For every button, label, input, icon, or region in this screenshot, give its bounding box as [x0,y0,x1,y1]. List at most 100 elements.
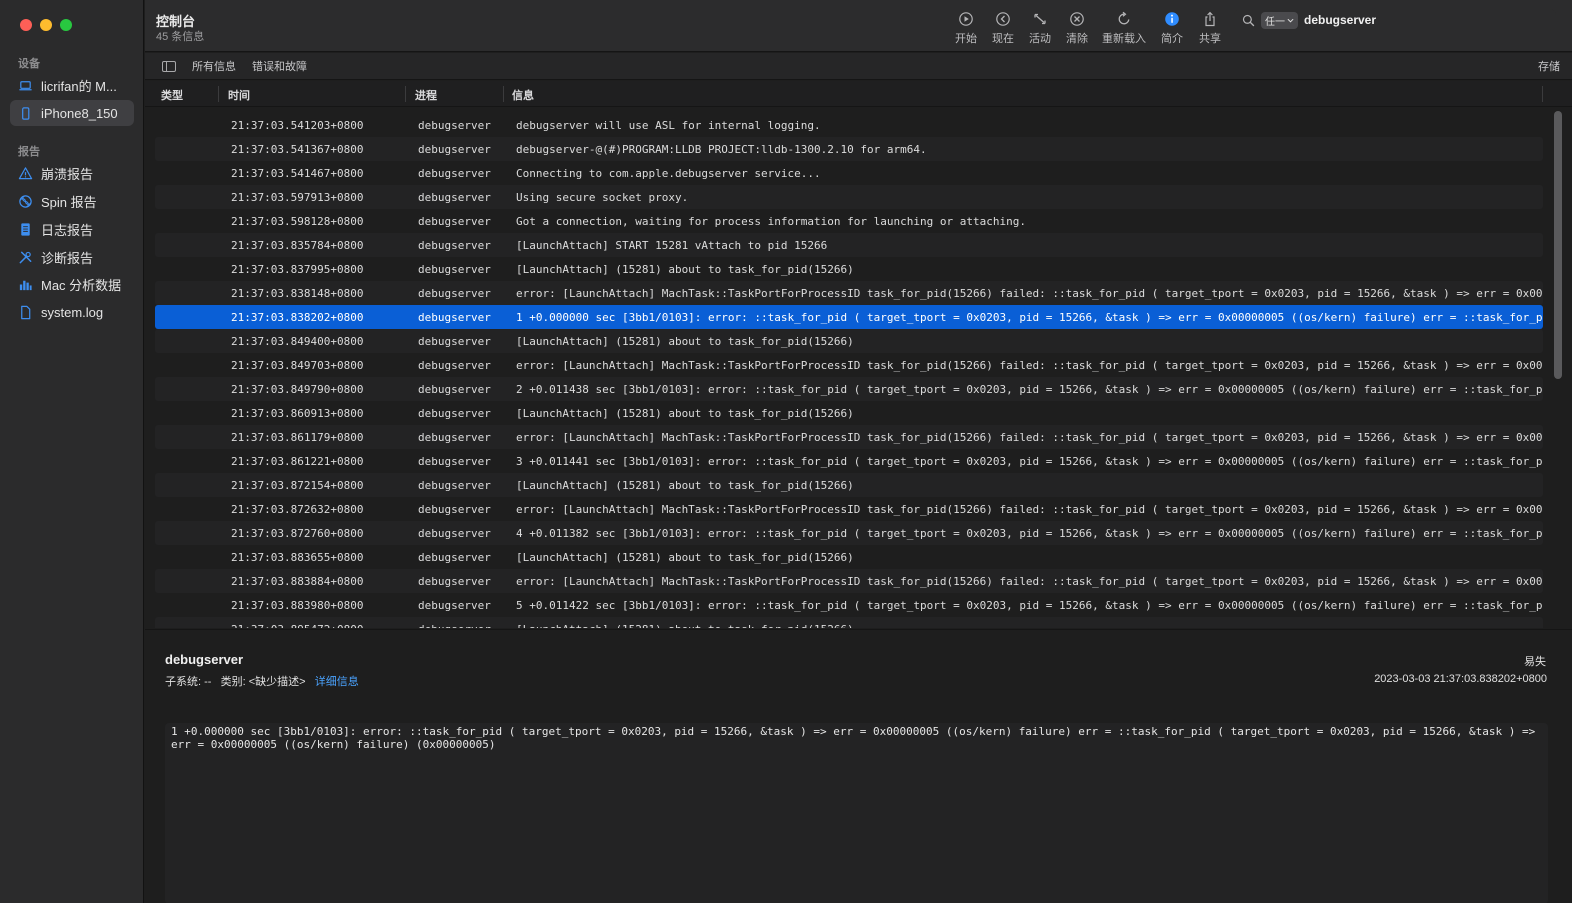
details-link[interactable]: 详细信息 [315,676,359,688]
search-scope-dropdown[interactable]: 任一 [1261,11,1298,29]
column-message[interactable]: 信息 [512,87,534,103]
detail-message: 1 +0.000000 sec [3bb1/0103]: error: ::ta… [165,723,1548,903]
tab-errors-faults[interactable]: 错误和故障 [252,58,307,74]
now-button[interactable]: 现在 [992,11,1014,46]
log-row[interactable]: 21:37:03.883655+0800 debugserver [LaunchAt… [155,545,1543,569]
sidebar: 设备 licrifan的 M... iPhone8_150 报告 崩溃报告 Sp… [0,0,144,903]
sidebar-item-spin-reports[interactable]: Spin 报告 [10,188,134,214]
reload-button[interactable]: 重新载入 [1102,11,1146,46]
log-process: debugserver [418,166,491,180]
sidebar-item-label: 日志报告 [41,222,94,238]
minimize-window-button[interactable] [40,19,52,31]
log-message: 1 +0.000000 sec [3bb1/0103]: error: ::ta… [516,310,1543,324]
document-icon [18,305,33,320]
log-time: 21:37:03.872154+0800 [231,478,364,492]
subsystem-label: 子系统: [165,676,202,688]
info-label: 简介 [1161,33,1183,45]
sidebar-item-label: 诊断报告 [41,250,94,266]
log-process: debugserver [418,598,491,612]
log-process: debugserver [418,430,491,444]
detail-process: debugserver [165,652,244,667]
log-row[interactable]: 21:37:03.838148+0800 debugserver error: [L… [155,281,1543,305]
log-time: 21:37:03.883980+0800 [231,598,364,612]
sidebar-item-label: Spin 报告 [41,194,97,210]
log-time: 21:37:03.541203+0800 [231,118,364,132]
log-process: debugserver [418,574,491,588]
log-table[interactable]: 21:37:03.541203+0800 debugserver debugserv… [155,113,1543,628]
log-message: 4 +0.011382 sec [3bb1/0103]: error: ::ta… [516,526,1543,540]
detail-meta: 子系统: -- 类别: <缺少描述> 详细信息 [165,673,359,689]
search-field[interactable]: 任一 debugserver [1234,9,1556,31]
log-row[interactable]: 21:37:03.837995+0800 debugserver [LaunchAt… [155,257,1543,281]
sidebar-item-mac-analytics[interactable]: Mac 分析数据 [10,271,134,297]
category-label: 类别: [220,676,246,688]
window-controls [20,19,72,31]
sidebar-item-label: 崩溃报告 [41,166,94,182]
vertical-scrollbar[interactable] [1554,111,1562,379]
log-row[interactable]: 21:37:03.541203+0800 debugserver debugserv… [155,113,1543,137]
log-message: debugserver will use ASL for internal lo… [516,118,821,132]
sidebar-item-iphone[interactable]: iPhone8_150 [10,100,134,126]
close-window-button[interactable] [20,19,32,31]
log-process: debugserver [418,238,491,252]
log-row[interactable]: 21:37:03.861179+0800 debugserver error: [L… [155,425,1543,449]
tools-icon [18,250,33,265]
log-file-icon [18,222,33,237]
sidebar-item-diagnostic-reports[interactable]: 诊断报告 [10,244,134,270]
zoom-window-button[interactable] [60,19,72,31]
log-row[interactable]: 21:37:03.883884+0800 debugserver error: [L… [155,569,1543,593]
log-time: 21:37:03.541367+0800 [231,142,364,156]
log-message: 2 +0.011438 sec [3bb1/0103]: error: ::ta… [516,382,1543,396]
save-search-button[interactable]: 存储 [1538,58,1560,74]
log-process: debugserver [418,623,516,629]
log-message: error: [LaunchAttach] MachTask::TaskPort… [516,358,1543,372]
log-row[interactable]: 21:37:03.861221+0800 debugserver 3 +0.0114… [155,449,1543,473]
log-row[interactable]: 21:37:03.895472+0800debugserver[LaunchAt… [155,617,1543,628]
start-button[interactable]: 开始 [955,11,977,46]
info-button[interactable]: 简介 [1161,11,1183,46]
log-message: debugserver-@(#)PROGRAM:LLDB PROJECT:lld… [516,142,927,156]
log-message: error: [LaunchAttach] MachTask::TaskPort… [516,574,1543,588]
sidebar-item-log-reports[interactable]: 日志报告 [10,216,134,242]
sidebar-item-crash-reports[interactable]: 崩溃报告 [10,160,134,186]
log-message: [LaunchAttach] START 15281 vAttach to pi… [516,238,828,252]
log-time: 21:37:03.597913+0800 [231,190,364,204]
log-time: 21:37:03.883884+0800 [231,574,364,588]
tab-all-messages[interactable]: 所有信息 [192,58,236,74]
log-row[interactable]: 21:37:03.541367+0800 debugserver debugserv… [155,137,1543,161]
clear-button[interactable]: 清除 [1066,11,1088,46]
column-time[interactable]: 时间 [228,87,250,103]
log-row[interactable]: 21:37:03.838202+0800 debugserver 1 +0.0000… [155,305,1543,329]
log-row[interactable]: 21:37:03.872632+0800 debugserver error: [L… [155,497,1543,521]
log-message: Connecting to com.apple.debugserver serv… [516,166,821,180]
start-label: 开始 [955,33,977,45]
log-process: debugserver [418,214,491,228]
sidebar-item-mac[interactable]: licrifan的 M... [10,72,134,98]
log-process: debugserver [418,358,491,372]
share-icon [1205,11,1215,27]
log-row[interactable]: 21:37:03.872760+0800 debugserver 4 +0.0113… [155,521,1543,545]
log-row[interactable]: 21:37:03.883980+0800 debugserver 5 +0.0114… [155,593,1543,617]
search-token[interactable]: debugserver [1304,13,1376,27]
log-row[interactable]: 21:37:03.860913+0800 debugserver [LaunchAt… [155,401,1543,425]
sidebar-toggle-icon[interactable] [162,60,176,72]
log-row[interactable]: 21:37:03.597913+0800 debugserver Using sec… [155,185,1543,209]
log-row[interactable]: 21:37:03.541467+0800 debugserver Connectin… [155,161,1543,185]
sidebar-item-system-log[interactable]: system.log [10,299,134,325]
log-row[interactable]: 21:37:03.598128+0800 debugserver Got a con… [155,209,1543,233]
log-row[interactable]: 21:37:03.872154+0800 debugserver [LaunchAt… [155,473,1543,497]
activity-button[interactable]: 活动 [1029,11,1051,46]
column-type[interactable]: 类型 [161,87,183,103]
log-message: [LaunchAttach] (15281) about to task_for… [516,550,854,564]
log-row[interactable]: 21:37:03.849703+0800 debugserver error: [L… [155,353,1543,377]
share-button[interactable]: 共享 [1199,11,1221,46]
log-process: debugserver [418,142,491,156]
column-process[interactable]: 进程 [415,87,437,103]
log-row[interactable]: 21:37:03.849790+0800 debugserver 2 +0.0114… [155,377,1543,401]
devices-section-title: 设备 [18,58,40,70]
log-row[interactable]: 21:37:03.835784+0800 debugserver [LaunchAt… [155,233,1543,257]
sidebar-item-label: system.log [41,304,104,320]
log-row[interactable]: 21:37:03.849400+0800 debugserver [LaunchAt… [155,329,1543,353]
log-time: 21:37:03.835784+0800 [231,238,364,252]
log-message: Using secure socket proxy. [516,190,689,204]
